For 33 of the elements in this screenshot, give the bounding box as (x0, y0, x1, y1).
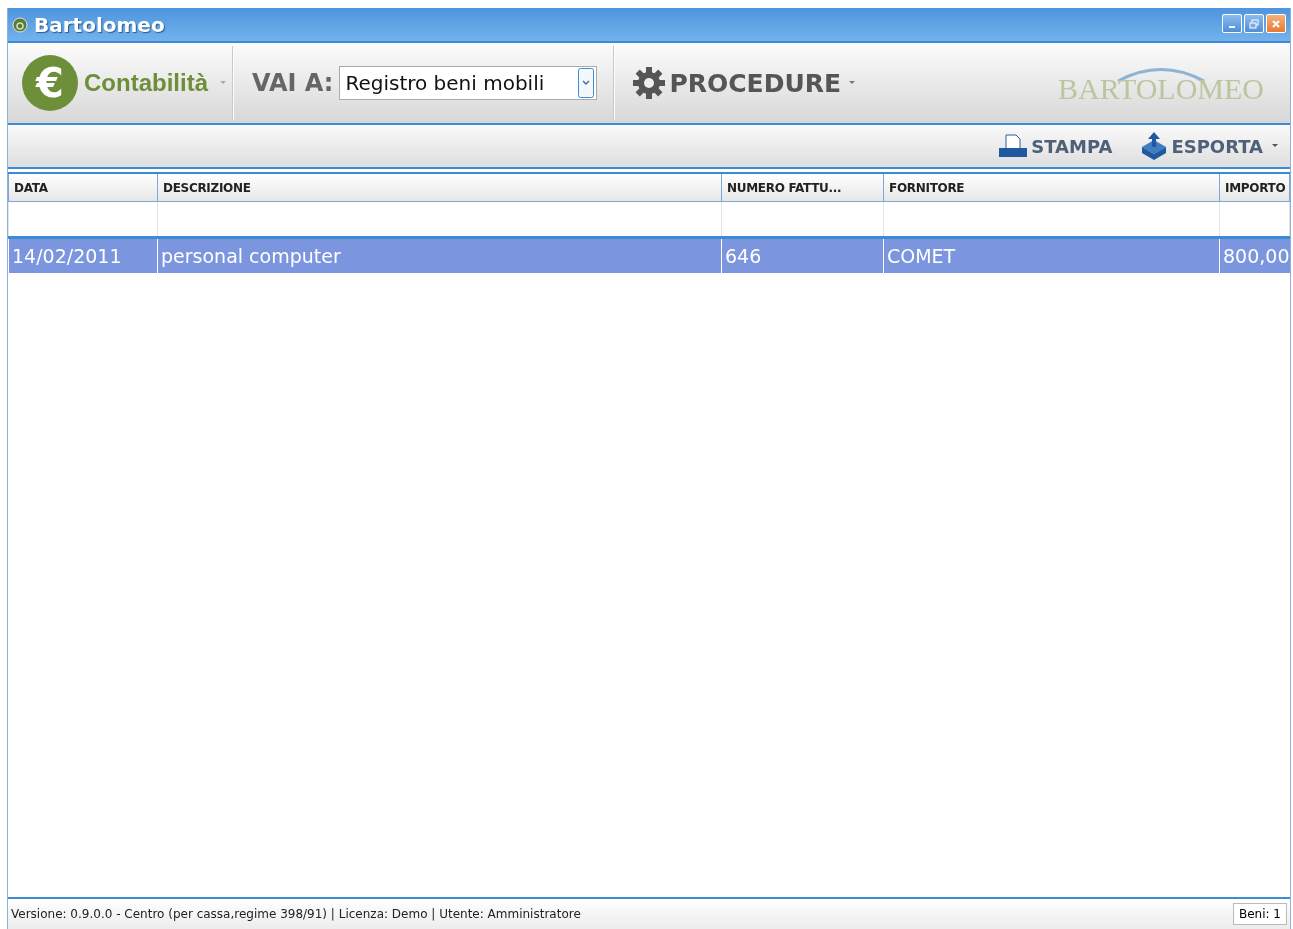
export-box-icon (1140, 131, 1169, 161)
logo: BARTOLOMEO (1058, 66, 1264, 106)
table-cell: personal computer (157, 237, 722, 273)
close-icon (1271, 18, 1281, 29)
column-header[interactable]: DESCRIZIONE (157, 173, 722, 202)
gear-icon (631, 65, 668, 101)
table-cell: 800,00 (1219, 237, 1290, 273)
window-title: Bartolomeo (34, 12, 165, 37)
table-cell: COMET (883, 237, 1220, 273)
goto-label: VAI A: (252, 69, 334, 97)
minimize-icon (1229, 26, 1235, 28)
goto-dropdown[interactable]: Registro beni mobili (339, 66, 598, 100)
restore-button[interactable] (1244, 14, 1264, 33)
column-header[interactable]: DATA (8, 173, 158, 202)
export-button[interactable]: ESPORTA (1134, 131, 1284, 161)
column-header[interactable]: NUMERO FATTU... (721, 173, 884, 202)
printer-icon (998, 134, 1029, 158)
status-text: Versione: 0.9.0.0 - Centro (per cassa,regime 398/91) | Licenza: Demo | Utente: Amministratore (11, 907, 581, 921)
minimize-button[interactable] (1222, 14, 1242, 33)
euro-icon: € (22, 55, 78, 111)
close-button[interactable] (1266, 14, 1286, 33)
column-header[interactable]: FORNITORE (883, 173, 1220, 202)
app-icon (12, 16, 28, 33)
column-header[interactable]: IMPORTO (1219, 173, 1290, 202)
item-count: Beni: 1 (1232, 903, 1287, 925)
module-menu-button[interactable]: € Contabilità (8, 43, 232, 123)
print-button[interactable]: STAMPA (992, 134, 1119, 158)
table-cell: 646 (721, 237, 884, 273)
table-cell: 14/02/2011 (8, 237, 158, 273)
caret-icon (220, 81, 226, 85)
caret-icon (849, 81, 856, 85)
procedure-menu-button[interactable]: PROCEDURE (615, 43, 856, 123)
restore-icon (1249, 18, 1259, 29)
